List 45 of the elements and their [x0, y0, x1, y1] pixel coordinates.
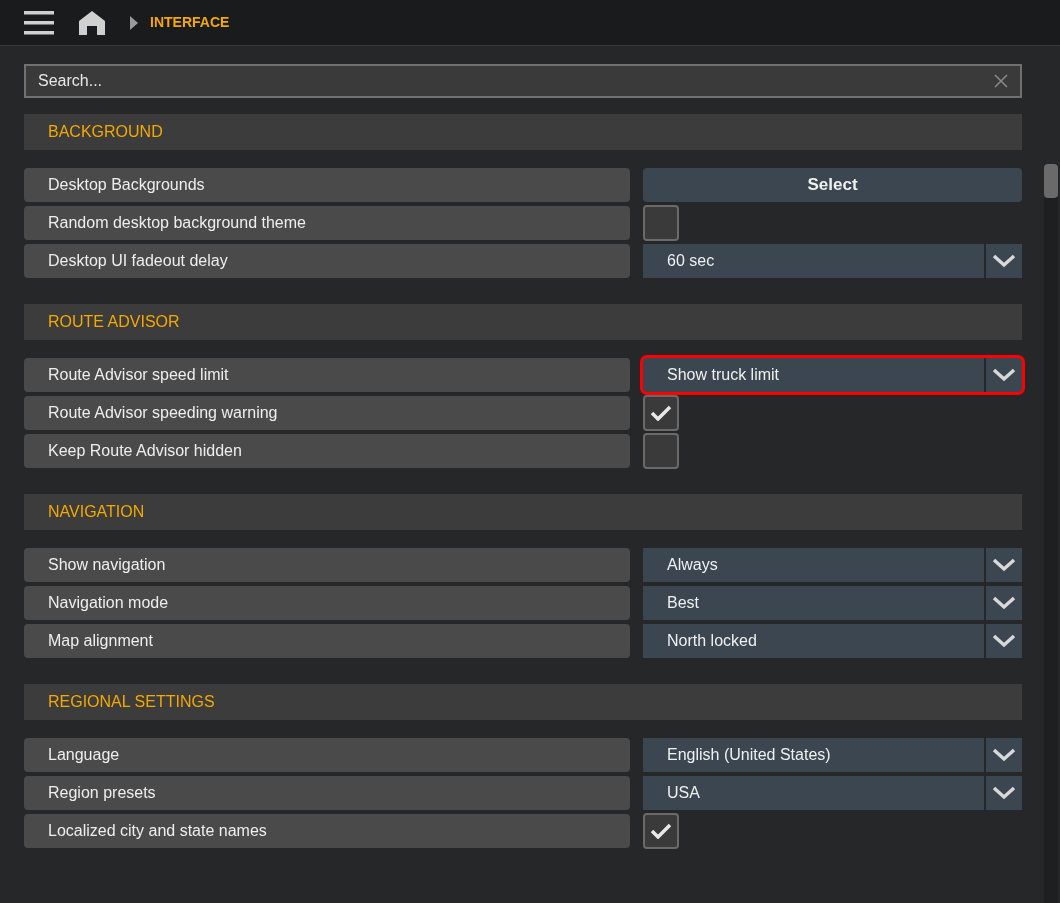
checkbox[interactable] [643, 813, 679, 849]
dropdown-toggle[interactable] [986, 624, 1022, 658]
setting-label: Desktop Backgrounds [48, 175, 205, 195]
search-input[interactable]: Search... [38, 69, 994, 93]
scrollbar-thumb[interactable] [1044, 164, 1058, 198]
setting-label: Map alignment [48, 631, 153, 651]
setting-label: Show navigation [48, 555, 166, 575]
dropdown-toggle[interactable] [986, 586, 1022, 620]
chevron-down-icon [992, 596, 1016, 610]
breadcrumb-current[interactable]: INTERFACE [150, 12, 230, 33]
setting-label: Localized city and state names [48, 821, 267, 841]
section-title: NAVIGATION [48, 502, 145, 522]
setting-label: Keep Route Advisor hidden [48, 441, 242, 461]
setting-label: Route Advisor speed limit [48, 365, 229, 385]
setting-label: Navigation mode [48, 593, 169, 613]
section-title: BACKGROUND [48, 122, 163, 142]
setting-label: Language [48, 745, 120, 765]
checkmark-icon [650, 405, 672, 421]
chevron-down-icon [992, 254, 1016, 268]
home-icon[interactable] [78, 9, 106, 36]
checkbox[interactable] [643, 205, 679, 241]
search-field[interactable]: Search... [24, 64, 1022, 98]
chevron-down-icon [992, 634, 1016, 648]
dropdown-toggle[interactable] [986, 244, 1022, 278]
checkbox[interactable] [643, 395, 679, 431]
setting-label: Random desktop background theme [48, 213, 306, 233]
setting-label: Desktop UI fadeout delay [48, 251, 228, 271]
dropdown-toggle[interactable] [986, 358, 1022, 392]
section-title: ROUTE ADVISOR [48, 312, 180, 332]
setting-label: Region presets [48, 783, 156, 803]
close-icon[interactable] [994, 74, 1008, 88]
menu-icon[interactable] [24, 9, 54, 36]
setting-label: Route Advisor speeding warning [48, 403, 278, 423]
select-button[interactable]: Select [643, 168, 1022, 202]
chevron-down-icon [992, 558, 1016, 572]
chevron-down-icon [992, 748, 1016, 762]
section-title: REGIONAL SETTINGS [48, 692, 215, 712]
checkbox[interactable] [643, 433, 679, 469]
dropdown-toggle[interactable] [986, 776, 1022, 810]
checkmark-icon [650, 823, 672, 839]
dropdown-toggle[interactable] [986, 738, 1022, 772]
dropdown-toggle[interactable] [986, 548, 1022, 582]
chevron-down-icon [992, 786, 1016, 800]
caret-right-icon [130, 15, 138, 30]
chevron-down-icon [992, 368, 1016, 382]
